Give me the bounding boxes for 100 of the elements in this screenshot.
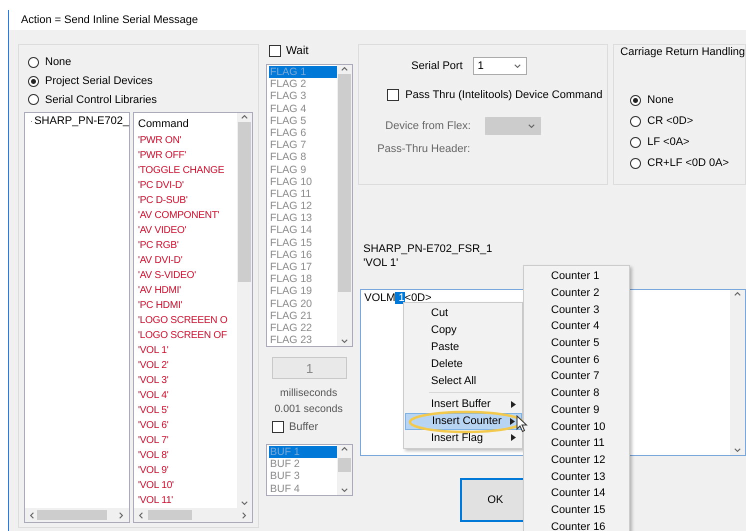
list-item[interactable]: FLAG 13 [269, 212, 338, 224]
command-item[interactable]: 'LOGO SCREEN OF [138, 328, 237, 344]
list-item[interactable]: FLAG 11 [269, 188, 338, 200]
command-item[interactable]: 'PC HDMI' [138, 298, 237, 314]
command-item[interactable]: 'PWR ON' [138, 133, 237, 148]
list-item[interactable]: BUF 4 [269, 482, 338, 495]
command-item[interactable]: 'VOL 5' [138, 403, 237, 418]
checkbox[interactable] [269, 45, 281, 57]
list-item[interactable]: FLAG 23 [269, 334, 338, 346]
window-title: Action = Send Inline Serial Message [21, 14, 198, 26]
menu-item[interactable]: Counter 1 [524, 268, 629, 285]
scrollbar-thumb[interactable] [338, 74, 352, 292]
tree-item[interactable]: SHARP_PN-E702_ [34, 115, 129, 128]
radio-button[interactable] [630, 136, 642, 148]
list-item[interactable]: FLAG 7 [269, 139, 338, 152]
serial-port-dropdown[interactable]: 1 [472, 57, 527, 75]
list-item[interactable]: BUF 3 [269, 470, 338, 483]
vertical-scrollbar[interactable] [237, 113, 252, 508]
command-item[interactable]: 'VOL 2' [138, 358, 237, 374]
list-item[interactable]: FLAG 22 [269, 322, 338, 334]
command-item[interactable]: 'AV COMPONENT' [138, 208, 237, 224]
command-item[interactable]: 'VOL 3' [138, 373, 237, 388]
command-item[interactable]: 'AV VIDEO' [138, 223, 237, 238]
command-item[interactable]: 'AV S-VIDEO' [138, 268, 237, 284]
list-item[interactable]: FLAG 8 [269, 151, 338, 164]
horizontal-scrollbar[interactable] [25, 508, 129, 522]
radio-button[interactable] [28, 94, 39, 106]
radio-button[interactable] [28, 76, 39, 86]
unit-label: milliseconds [279, 387, 338, 399]
command-item[interactable]: 'PC DVI-D' [138, 178, 237, 194]
menu-item[interactable]: Counter 5 [524, 334, 629, 352]
command-item[interactable]: 'VOL 4' [138, 388, 237, 404]
list-item[interactable]: FLAG 2 [269, 78, 338, 90]
list-item[interactable]: FLAG 14 [269, 224, 338, 237]
list-item[interactable]: FLAG 5 [269, 114, 338, 127]
menu-item[interactable]: Counter 2 [524, 284, 629, 302]
menu-item[interactable]: Counter 7 [524, 368, 629, 385]
mouse-cursor-icon [516, 415, 528, 433]
list-item[interactable]: FLAG 9 [269, 164, 338, 176]
menu-item[interactable]: Delete [405, 355, 522, 372]
list-item[interactable]: FLAG 6 [269, 126, 338, 140]
column-header: Command [138, 118, 189, 130]
menu-item[interactable]: Counter 8 [524, 384, 629, 402]
list-item[interactable]: BUF 2 [269, 458, 338, 470]
list-item[interactable]: FLAG 16 [269, 248, 338, 261]
scrollbar-thumb[interactable] [37, 510, 107, 520]
menu-item[interactable]: Insert Flag [405, 430, 522, 446]
command-item[interactable]: 'VOL 10' [138, 478, 237, 494]
list-item[interactable]: FLAG 4 [269, 102, 338, 115]
menu-item[interactable]: Select All [405, 372, 522, 389]
menu-item[interactable]: Counter 4 [524, 318, 629, 335]
command-item[interactable]: 'VOL 6' [138, 418, 237, 434]
command-item[interactable]: 'VOL 11' [138, 493, 237, 508]
menu-item[interactable]: Paste [405, 338, 522, 356]
list-item[interactable]: FLAG 15 [269, 236, 338, 249]
vertical-scrollbar[interactable] [337, 65, 352, 346]
menu-item[interactable]: Counter 9 [524, 402, 629, 418]
menu-item[interactable]: Counter 12 [524, 452, 629, 468]
radio-button[interactable] [630, 158, 642, 168]
list-item[interactable]: FLAG 19 [269, 285, 338, 298]
list-item[interactable]: FLAG 18 [269, 273, 338, 286]
menu-item[interactable]: Counter 3 [524, 301, 629, 318]
command-item[interactable]: 'AV DVI-D' [138, 253, 237, 268]
command-item[interactable]: 'PC RGB' [138, 238, 237, 254]
command-item[interactable]: 'TOGGLE CHANGE [138, 163, 237, 178]
seconds-label: 0.001 seconds [273, 403, 344, 415]
scrollbar-thumb[interactable] [238, 122, 251, 282]
menu-item[interactable]: Insert Buffer [405, 396, 522, 413]
scrollbar-thumb[interactable] [148, 510, 192, 520]
list-item[interactable]: FLAG 20 [269, 298, 338, 310]
menu-item[interactable]: Counter 6 [524, 351, 629, 368]
command-item[interactable]: 'LOGO SCREEEN O [138, 313, 237, 328]
list-item[interactable]: FLAG 10 [269, 176, 338, 188]
command-item[interactable]: 'VOL 9' [138, 463, 237, 478]
list-item[interactable]: FLAG 21 [269, 310, 338, 322]
command-item[interactable]: 'PC D-SUB' [138, 193, 237, 208]
radio-button[interactable] [630, 116, 642, 126]
list-item[interactable]: FLAG 12 [269, 200, 338, 212]
command-item[interactable]: 'PWR OFF' [138, 148, 237, 164]
scrollbar-thumb[interactable] [338, 458, 352, 472]
menu-item[interactable]: Cut [405, 305, 522, 322]
checkbox[interactable] [272, 421, 284, 433]
command-item[interactable]: 'VOL 1' [138, 343, 237, 358]
vertical-scrollbar[interactable] [337, 445, 352, 495]
menu-item[interactable]: Counter 11 [524, 434, 629, 452]
vertical-scrollbar[interactable] [730, 290, 745, 455]
command-item[interactable]: 'VOL 8' [138, 448, 237, 464]
submenu-arrow-icon [511, 434, 516, 442]
command-item[interactable]: 'AV HDMI' [138, 283, 237, 298]
field-label: Device from Flex: [385, 120, 471, 132]
checkbox[interactable] [387, 89, 400, 101]
list-item[interactable]: FLAG 17 [269, 261, 338, 274]
radio-button[interactable] [28, 56, 39, 68]
horizontal-scrollbar[interactable] [134, 508, 252, 522]
list-item[interactable]: FLAG 3 [269, 90, 338, 103]
command-item[interactable]: 'VOL 7' [138, 433, 237, 448]
radio-label: CR <0D> [647, 115, 694, 127]
menu-item[interactable]: Counter 10 [524, 418, 629, 435]
radio-button[interactable] [630, 94, 642, 106]
menu-item[interactable]: Copy [405, 322, 522, 339]
